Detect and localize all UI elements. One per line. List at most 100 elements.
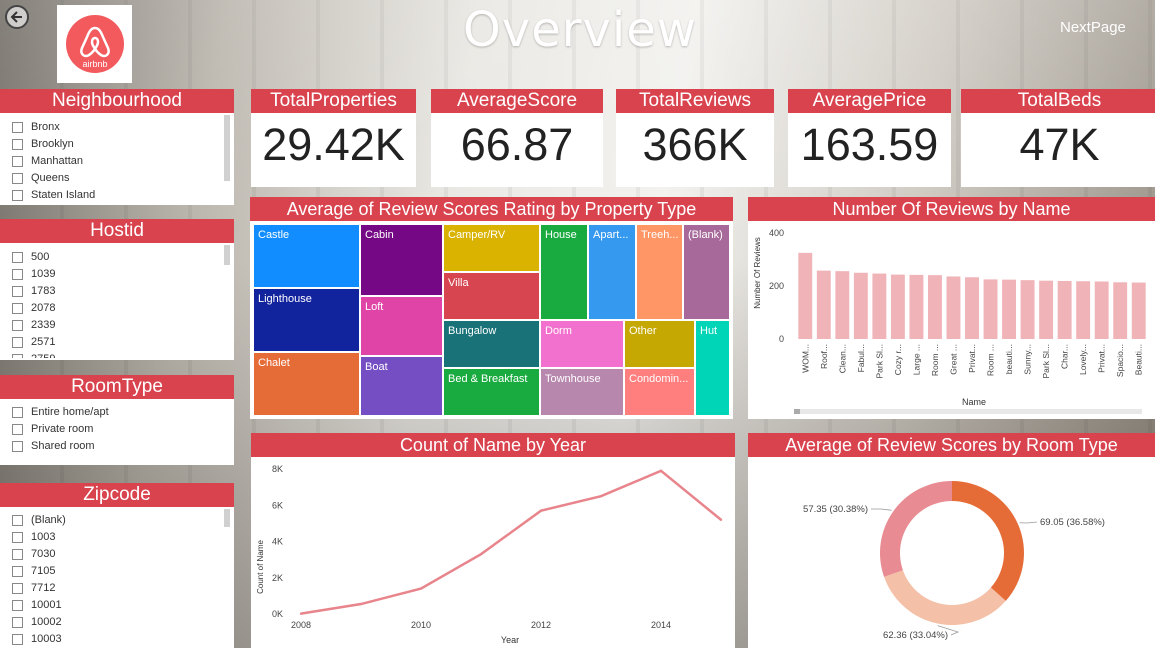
slicer-option[interactable]: 10003 [0,631,234,648]
checkbox[interactable] [12,173,23,184]
checkbox[interactable] [12,515,23,526]
bar [1094,281,1109,339]
slicer-option[interactable]: (Blank) [0,512,234,529]
slicer-option[interactable]: 1003 [0,529,234,546]
bar [946,276,961,339]
kpi-label: AveragePrice [788,89,951,113]
slicer-option[interactable]: Queens [0,170,234,187]
tile-house[interactable]: House [540,224,588,320]
x-tick-label: 2012 [531,620,551,630]
checkbox[interactable] [12,190,23,201]
tile-blank[interactable]: (Blank) [683,224,730,320]
checkbox[interactable] [12,156,23,167]
slicer-option[interactable]: 7712 [0,580,234,597]
tile-villa[interactable]: Villa [443,272,540,320]
checkbox[interactable] [12,600,23,611]
slicer-option[interactable]: 1783 [0,283,234,300]
scrollbar[interactable] [224,509,230,527]
slicer-option[interactable]: Staten Island [0,187,234,203]
x-tick-label: Roof... [819,344,829,369]
treemap: Castle Cabin Camper/RV House Apart... Tr… [253,224,730,416]
checkbox[interactable] [12,634,23,645]
bar-chart: Number Of Reviews Name 0 200 400 WOM... Roof… [753,228,1146,414]
slicer-option[interactable]: Bronx [0,119,234,136]
y-tick-label: 6K [272,500,283,510]
x-tick-label: beauti... [1004,344,1014,374]
slicer-option[interactable]: Entire home/apt [0,404,234,421]
checkbox[interactable] [12,139,23,150]
tile-bungalow[interactable]: Bungalow [443,320,540,368]
checkbox[interactable] [12,269,23,280]
tile-castle[interactable]: Castle [253,224,360,288]
tile-treehouse[interactable]: Treeh... [636,224,683,320]
slicer-option[interactable]: 2339 [0,317,234,334]
donut-chart: 69.05 (36.58%) 62.36 (33.04%) 57.35 (30.38… [803,481,1105,641]
slicer-roomtype: RoomType Entire home/apt Private room Sh… [0,375,234,465]
checkbox[interactable] [12,617,23,628]
checkbox[interactable] [12,252,23,263]
data-point [299,612,303,615]
data-point [719,518,723,521]
slicer-option[interactable]: 2571 [0,334,234,351]
slicer-option[interactable]: 500 [0,249,234,266]
scrollbar-thumb[interactable] [794,409,800,414]
slicer-option[interactable]: Shared room [0,438,234,455]
checkbox[interactable] [12,566,23,577]
slicer-option[interactable]: 10001 [0,597,234,614]
checkbox[interactable] [12,286,23,297]
slicer-option[interactable]: Brooklyn [0,136,234,153]
scrollbar[interactable] [224,115,230,181]
scrollbar[interactable] [224,245,230,265]
checkbox[interactable] [12,532,23,543]
y-tick-label: 0 [779,334,784,344]
x-tick-label: Fabul... [856,344,866,372]
kpi-value: 29.42K [262,119,405,170]
slicer-option[interactable]: Manhattan [0,153,234,170]
tile-dorm[interactable]: Dorm [540,320,624,368]
slicer-option[interactable]: 1039 [0,266,234,283]
checkbox[interactable] [12,337,23,348]
data-label: 62.36 (33.04%) [883,630,948,641]
horizontal-scrollbar[interactable] [794,409,1142,414]
tile-apartment[interactable]: Apart... [588,224,636,320]
tile-loft[interactable]: Loft [360,296,443,356]
checkbox[interactable] [12,424,23,435]
tile-hut[interactable]: Hut [695,320,730,416]
slicer-option[interactable]: Private room [0,421,234,438]
tile-bed-breakfast[interactable]: Bed & Breakfast [443,368,540,416]
slicer-option[interactable]: 10002 [0,614,234,631]
checkbox[interactable] [12,549,23,560]
slicer-option[interactable]: 7030 [0,546,234,563]
x-tick-label: Large ... [911,344,921,375]
checkbox[interactable] [12,320,23,331]
tile-lighthouse[interactable]: Lighthouse [253,288,360,352]
y-tick-label: 4K [272,537,283,547]
tile-cabin[interactable]: Cabin [360,224,443,296]
tile-townhouse[interactable]: Townhouse [540,368,624,416]
tile-other[interactable]: Other [624,320,695,368]
x-tick-label: Park Sl... [874,344,884,378]
back-button[interactable] [5,5,29,29]
tile-condominium[interactable]: Condomin... [624,368,695,416]
bar [1113,282,1128,339]
tile-chalet[interactable]: Chalet [253,352,360,416]
treemap-panel: Average of Review Scores Rating by Prope… [250,197,733,419]
checkbox[interactable] [12,583,23,594]
donut-slice [952,481,1024,601]
next-page-link[interactable]: NextPage [1060,19,1126,36]
bar [890,274,905,339]
x-axis-label: Name [962,397,986,407]
slicer-option[interactable]: 7105 [0,563,234,580]
kpi-value: 47K [1019,119,1100,170]
checkbox[interactable] [12,303,23,314]
checkbox[interactable] [12,441,23,452]
donut-slice [884,570,1006,625]
checkbox[interactable] [12,354,23,358]
tile-camper-rv[interactable]: Camper/RV [443,224,540,272]
kpi-value: 66.87 [460,119,574,170]
slicer-option[interactable]: 2759 [0,351,234,358]
checkbox[interactable] [12,122,23,133]
tile-boat[interactable]: Boat [360,356,443,416]
slicer-option[interactable]: 2078 [0,300,234,317]
checkbox[interactable] [12,407,23,418]
